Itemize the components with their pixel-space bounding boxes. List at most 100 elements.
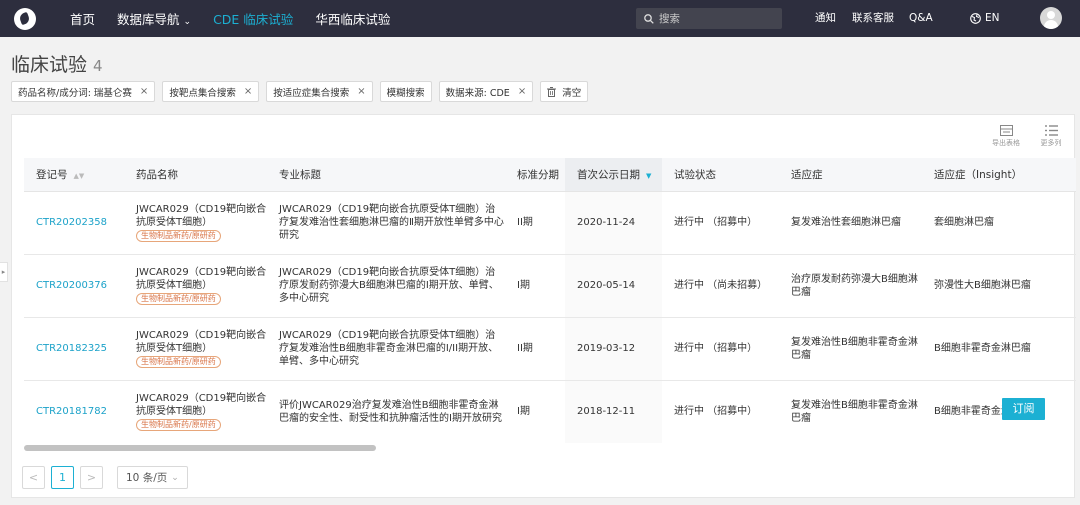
col-header-title: 专业标题 (267, 158, 505, 192)
col-header-indication: 适应症 (779, 158, 922, 192)
pagination: < 1 > 10 条/页 ⌄ (22, 466, 188, 489)
indication-insight: B细胞非霍奇金淋巴瘤 (922, 380, 1076, 443)
scrollbar-thumb[interactable] (24, 445, 376, 451)
drug-name: JWCAR029（CD19靶向嵌合抗原受体T细胞） (136, 267, 267, 291)
registration-link[interactable]: CTR20181782 (36, 406, 107, 417)
registration-link[interactable]: CTR20200376 (36, 280, 107, 291)
col-header-label: 首次公示日期 (577, 168, 640, 181)
top-nav-bar: 首页 数据库导航 ⌄ CDE 临床试验 华西临床试验 搜索 通知 联系客服 Q&A… (0, 0, 1080, 37)
export-table-button[interactable]: 导出表格 (989, 125, 1023, 148)
trash-icon (547, 86, 557, 97)
nav-home[interactable]: 首页 (70, 9, 95, 28)
page-size-select[interactable]: 10 条/页 ⌄ (117, 466, 188, 489)
prev-page-button[interactable]: < (22, 466, 45, 489)
filter-chip-label: 按靶点集合搜索 (169, 87, 236, 99)
col-header-reg-no[interactable]: 登记号 ▲▼ (24, 158, 124, 192)
clear-label: 清空 (562, 87, 582, 99)
language-label: EN (985, 12, 1000, 24)
more-columns-button[interactable]: 更多列 (1034, 125, 1068, 148)
publish-date: 2018-12-11 (565, 380, 662, 443)
table-row[interactable]: CTR20202358 JWCAR029（CD19靶向嵌合抗原受体T细胞） 生物制… (24, 191, 1076, 255)
page-title: 临床试验 4 (11, 50, 103, 77)
trials-table-container: 登记号 ▲▼ 药品名称 专业标题 标准分期 首次公示日期 ▼ 试验状态 适应症 适应… (24, 158, 1076, 443)
avatar[interactable] (1040, 7, 1062, 29)
indication-insight: B细胞非霍奇金淋巴瘤 (922, 317, 1076, 381)
indication-insight: 弥漫性大B细胞淋巴瘤 (922, 254, 1076, 318)
phase: I期 (505, 380, 565, 443)
chevron-down-icon: ⌄ (183, 17, 192, 27)
page-size-label: 10 条/页 (126, 472, 168, 484)
close-icon[interactable]: × (357, 86, 365, 97)
notifications-link[interactable]: 通知 (815, 0, 836, 37)
clear-filters-button[interactable]: 清空 (540, 81, 589, 102)
drug-name: JWCAR029（CD19靶向嵌合抗原受体T细胞） (136, 330, 267, 354)
filter-chip-drug[interactable]: 药品名称/成分词: 瑞基仑赛 × (11, 81, 156, 102)
export-label: 导出表格 (992, 139, 1020, 147)
phase: II期 (505, 191, 565, 255)
language-switch[interactable]: EN (970, 0, 1000, 37)
trial-title: JWCAR029（CD19靶向嵌合抗原受体T细胞）治疗复发难治性套细胞淋巴瘤的Ⅱ… (267, 191, 505, 255)
filter-bar: 药品名称/成分词: 瑞基仑赛 × 按靶点集合搜索 × 按适应症集合搜索 × 模糊搜索 … (11, 81, 595, 102)
col-header-date[interactable]: 首次公示日期 ▼ (565, 158, 662, 192)
contact-service-link[interactable]: 联系客服 (852, 0, 894, 37)
trial-status: 进行中 （招募中） (662, 191, 779, 255)
horizontal-scrollbar[interactable] (24, 445, 1076, 451)
filter-chip-label: 药品名称/成分词: 瑞基仑赛 (18, 87, 132, 99)
registration-link[interactable]: CTR20182325 (36, 343, 107, 354)
page-button-current[interactable]: 1 (51, 466, 74, 489)
col-header-drug: 药品名称 (124, 158, 267, 192)
filter-chip-label: 模糊搜索 (386, 87, 425, 99)
indication: 复发难治性套细胞淋巴瘤 (779, 191, 922, 255)
drug-type-badge: 生物制品新药/原研药 (136, 230, 221, 242)
close-icon[interactable]: × (518, 86, 526, 97)
indication: 复发难治性B细胞非霍奇金淋巴瘤 (779, 317, 922, 381)
filter-chip-source[interactable]: 数据来源: CDE × (438, 81, 534, 102)
export-icon (999, 125, 1013, 136)
filter-chip-indication[interactable]: 按适应症集合搜索 × (266, 81, 373, 102)
trial-status: 进行中 （尚未招募） (662, 254, 779, 318)
chevron-down-icon: ⌄ (171, 472, 179, 483)
trial-status: 进行中 （招募中） (662, 380, 779, 443)
nav-huaxi-trials[interactable]: 华西临床试验 (315, 9, 390, 28)
trial-title: JWCAR029（CD19靶向嵌合抗原受体T细胞）治疗复发难治性B细胞非霍奇金淋… (267, 317, 505, 381)
trial-title: JWCAR029（CD19靶向嵌合抗原受体T细胞）治疗原发耐药弥漫大B细胞淋巴瘤… (267, 254, 505, 318)
sidebar-expand-handle[interactable]: ▸ (0, 262, 8, 282)
drug-name: JWCAR029（CD19靶向嵌合抗原受体T细胞） (136, 393, 267, 417)
search-icon (644, 13, 654, 24)
nav-cde-trials[interactable]: CDE 临床试验 (213, 9, 293, 28)
close-icon[interactable]: × (244, 86, 252, 97)
publish-date: 2019-03-12 (565, 317, 662, 381)
table-row[interactable]: CTR20200376 JWCAR029（CD19靶向嵌合抗原受体T细胞） 生物制… (24, 254, 1076, 318)
table-row[interactable]: CTR20181782 JWCAR029（CD19靶向嵌合抗原受体T细胞） 生物制… (24, 380, 1076, 443)
filter-chip-fuzzy[interactable]: 模糊搜索 (379, 81, 432, 102)
close-icon[interactable]: × (140, 86, 148, 97)
sort-icon[interactable]: ▲▼ (74, 172, 85, 180)
col-header-status: 试验状态 (662, 158, 779, 192)
phase: I期 (505, 254, 565, 318)
col-header-label: 登记号 (36, 168, 68, 181)
list-icon (1044, 125, 1058, 136)
publish-date: 2020-11-24 (565, 191, 662, 255)
table-row[interactable]: CTR20182325 JWCAR029（CD19靶向嵌合抗原受体T细胞） 生物制… (24, 317, 1076, 381)
logo-icon[interactable] (14, 7, 36, 30)
trial-title: 评价JWCAR029治疗复发难治性B细胞非霍奇金淋巴瘤的安全性、耐受性和抗肿瘤活… (267, 380, 505, 443)
sort-icon[interactable]: ▼ (646, 172, 651, 180)
filter-chip-target[interactable]: 按靶点集合搜索 × (162, 81, 260, 102)
drug-type-badge: 生物制品新药/原研药 (136, 356, 221, 368)
registration-link[interactable]: CTR20202358 (36, 217, 107, 228)
phase: II期 (505, 317, 565, 381)
search-input[interactable]: 搜索 (636, 8, 782, 29)
filter-chip-label: 数据来源: CDE (445, 87, 510, 99)
globe-icon (970, 13, 981, 24)
subscribe-button[interactable]: 订阅 (1002, 398, 1045, 420)
next-page-button[interactable]: > (80, 466, 103, 489)
publish-date: 2020-05-14 (565, 254, 662, 318)
trials-table: 登记号 ▲▼ 药品名称 专业标题 标准分期 首次公示日期 ▼ 试验状态 适应症 适应… (24, 158, 1076, 443)
more-columns-label: 更多列 (1040, 139, 1062, 147)
nav-database[interactable]: 数据库导航 ⌄ (117, 9, 191, 28)
search-placeholder: 搜索 (659, 13, 680, 25)
qa-link[interactable]: Q&A (909, 0, 933, 37)
result-count: 4 (93, 57, 103, 75)
indication: 治疗原发耐药弥漫大B细胞淋巴瘤 (779, 254, 922, 318)
trial-status: 进行中 （招募中） (662, 317, 779, 381)
